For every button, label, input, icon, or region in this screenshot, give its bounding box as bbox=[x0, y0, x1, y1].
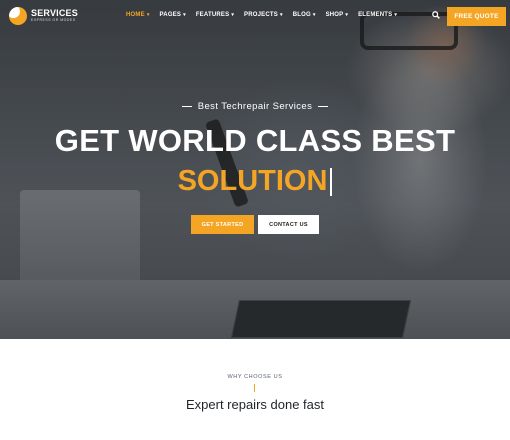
logo-title: SERVICES bbox=[31, 8, 78, 19]
nav-item-label: BLOG bbox=[292, 12, 311, 18]
nav-item-blog[interactable]: BLOG ▾ bbox=[293, 12, 316, 18]
chevron-down-icon: ▾ bbox=[394, 12, 398, 18]
contact-us-button[interactable]: CONTACT US bbox=[258, 215, 319, 234]
chevron-down-icon: ▾ bbox=[183, 12, 186, 18]
nav-item-shop[interactable]: SHOP ▾ bbox=[326, 12, 349, 18]
hero-headline: GET WORLD CLASS BEST bbox=[54, 123, 456, 158]
logo-swirl-icon bbox=[9, 7, 27, 25]
nav-item-label: SHOP bbox=[325, 12, 344, 18]
hero-subtitle: Best Techrepair Services bbox=[0, 101, 510, 112]
hero-section: SERVICES EXPRESS OR MODES HOME ▾ PAGES ▾… bbox=[0, 0, 510, 339]
subtitle-dash-right bbox=[318, 105, 329, 107]
free-quote-button[interactable]: FREE QUOTE bbox=[447, 7, 506, 26]
logo-text: SERVICES EXPRESS OR MODES bbox=[31, 9, 78, 23]
chevron-down-icon: ▾ bbox=[279, 12, 283, 18]
nav-item-pages[interactable]: PAGES ▾ bbox=[160, 12, 186, 18]
nav-item-label: ELEMENTS bbox=[358, 12, 393, 18]
main-nav: HOME ▾ PAGES ▾ FEATURES ▾ PROJECTS ▾ BLO… bbox=[126, 12, 407, 18]
hero-subtitle-text: Best Techrepair Services bbox=[197, 101, 313, 112]
chevron-down-icon: ▾ bbox=[312, 12, 316, 18]
hero-headline-highlight: SOLUTION bbox=[0, 165, 510, 198]
search-icon[interactable] bbox=[432, 11, 440, 19]
nav-item-home[interactable]: HOME ▾ bbox=[126, 12, 150, 18]
site-logo[interactable]: SERVICES EXPRESS OR MODES bbox=[9, 7, 78, 25]
logo-subtitle: EXPRESS OR MODES bbox=[31, 18, 76, 23]
nav-item-label: HOME bbox=[126, 12, 145, 18]
hero-headline-highlight-text: SOLUTION bbox=[177, 165, 328, 197]
typing-cursor bbox=[330, 168, 333, 197]
section-divider bbox=[254, 384, 255, 392]
nav-item-elements[interactable]: ELEMENTS ▾ bbox=[358, 12, 397, 18]
nav-item-label: PROJECTS bbox=[244, 12, 278, 18]
get-started-button[interactable]: GET STARTED bbox=[191, 215, 254, 234]
chevron-down-icon: ▾ bbox=[146, 12, 150, 18]
section-title: Expert repairs done fast bbox=[185, 397, 325, 412]
nav-item-label: PAGES bbox=[159, 12, 182, 18]
site-header: SERVICES EXPRESS OR MODES HOME ▾ PAGES ▾… bbox=[0, 0, 510, 34]
nav-item-label: FEATURES bbox=[195, 12, 230, 18]
chevron-down-icon: ▾ bbox=[345, 12, 349, 18]
chevron-down-icon: ▾ bbox=[231, 12, 235, 18]
section-label: WHY CHOOSE US bbox=[227, 374, 283, 380]
subtitle-dash-left bbox=[181, 105, 192, 107]
nav-item-projects[interactable]: PROJECTS ▾ bbox=[244, 12, 283, 18]
nav-item-features[interactable]: FEATURES ▾ bbox=[196, 12, 234, 18]
